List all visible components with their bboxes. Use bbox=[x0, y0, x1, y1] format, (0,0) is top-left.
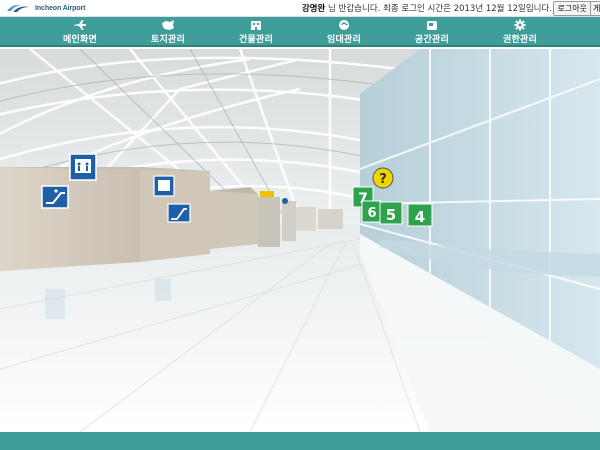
nav-label: 임대관리 bbox=[327, 35, 361, 45]
logo-text: Incheon Airport bbox=[35, 4, 86, 12]
gate-sign-number: 5 bbox=[386, 206, 396, 224]
gear-icon bbox=[514, 19, 526, 31]
gate-sign-5[interactable]: 5 bbox=[379, 201, 403, 225]
escalator-sign bbox=[41, 185, 69, 209]
elevator-sign bbox=[69, 153, 97, 181]
nav-label: 권한관리 bbox=[503, 35, 537, 45]
nav-item-space[interactable]: 공간관리 bbox=[392, 17, 472, 47]
nav-item-permission[interactable]: 권한관리 bbox=[480, 17, 560, 47]
lease-icon bbox=[339, 20, 349, 30]
help-marker-label: ? bbox=[379, 172, 387, 187]
left-wall bbox=[0, 167, 140, 271]
clipped-button[interactable]: 게 bbox=[590, 1, 600, 16]
airport-logo-icon bbox=[7, 5, 29, 12]
nav-label: 공간관리 bbox=[415, 35, 449, 45]
main-navigation: 메인화면 토지관리 건물관리 임대관리 공간관리 권한관리 bbox=[0, 17, 600, 47]
nav-item-building[interactable]: 건물관리 bbox=[216, 17, 296, 47]
welcome-message: 강명완 님 반갑습니다. 최종 로그인 시간은 2013년 12월 12일입니다… bbox=[302, 2, 552, 14]
help-marker[interactable]: ? bbox=[372, 167, 394, 189]
nav-label: 건물관리 bbox=[239, 35, 273, 45]
nav-label: 토지관리 bbox=[151, 35, 185, 45]
gate-sign-number: 4 bbox=[415, 208, 425, 226]
airplane-icon bbox=[74, 20, 86, 30]
nav-item-land[interactable]: 토지관리 bbox=[128, 17, 208, 47]
check-in-counter bbox=[258, 197, 280, 247]
3d-terminal-viewport[interactable]: ? 7 6 5 4 bbox=[0, 49, 600, 432]
footer-bar bbox=[0, 432, 600, 450]
nav-item-main[interactable]: 메인화면 bbox=[40, 17, 120, 47]
space-icon bbox=[427, 21, 437, 30]
nav-label: 메인화면 bbox=[63, 35, 97, 45]
escalator-sign-2 bbox=[167, 203, 191, 223]
last-login-text: 님 반갑습니다. 최종 로그인 시간은 2013년 12월 12일입니다. bbox=[328, 4, 552, 14]
gate-sign-number: 6 bbox=[367, 206, 376, 221]
elevator-sign-2 bbox=[153, 175, 175, 197]
terminal-3d-scene: ? 7 6 5 4 bbox=[0, 49, 600, 432]
gate-sign-6[interactable]: 6 bbox=[361, 200, 382, 223]
logout-button[interactable]: 로그아웃 bbox=[552, 1, 592, 16]
building-icon bbox=[251, 21, 261, 30]
gate-sign-4[interactable]: 4 bbox=[407, 203, 433, 227]
top-bar: Incheon Airport 강명완 님 반갑습니다. 최종 로그인 시간은 … bbox=[0, 0, 600, 17]
nav-item-lease[interactable]: 임대관리 bbox=[304, 17, 384, 47]
incheon-airport-logo[interactable]: Incheon Airport bbox=[5, 2, 85, 14]
user-name: 강명완 bbox=[301, 4, 326, 14]
land-map-icon bbox=[162, 20, 174, 30]
left-wall-far bbox=[210, 191, 258, 249]
